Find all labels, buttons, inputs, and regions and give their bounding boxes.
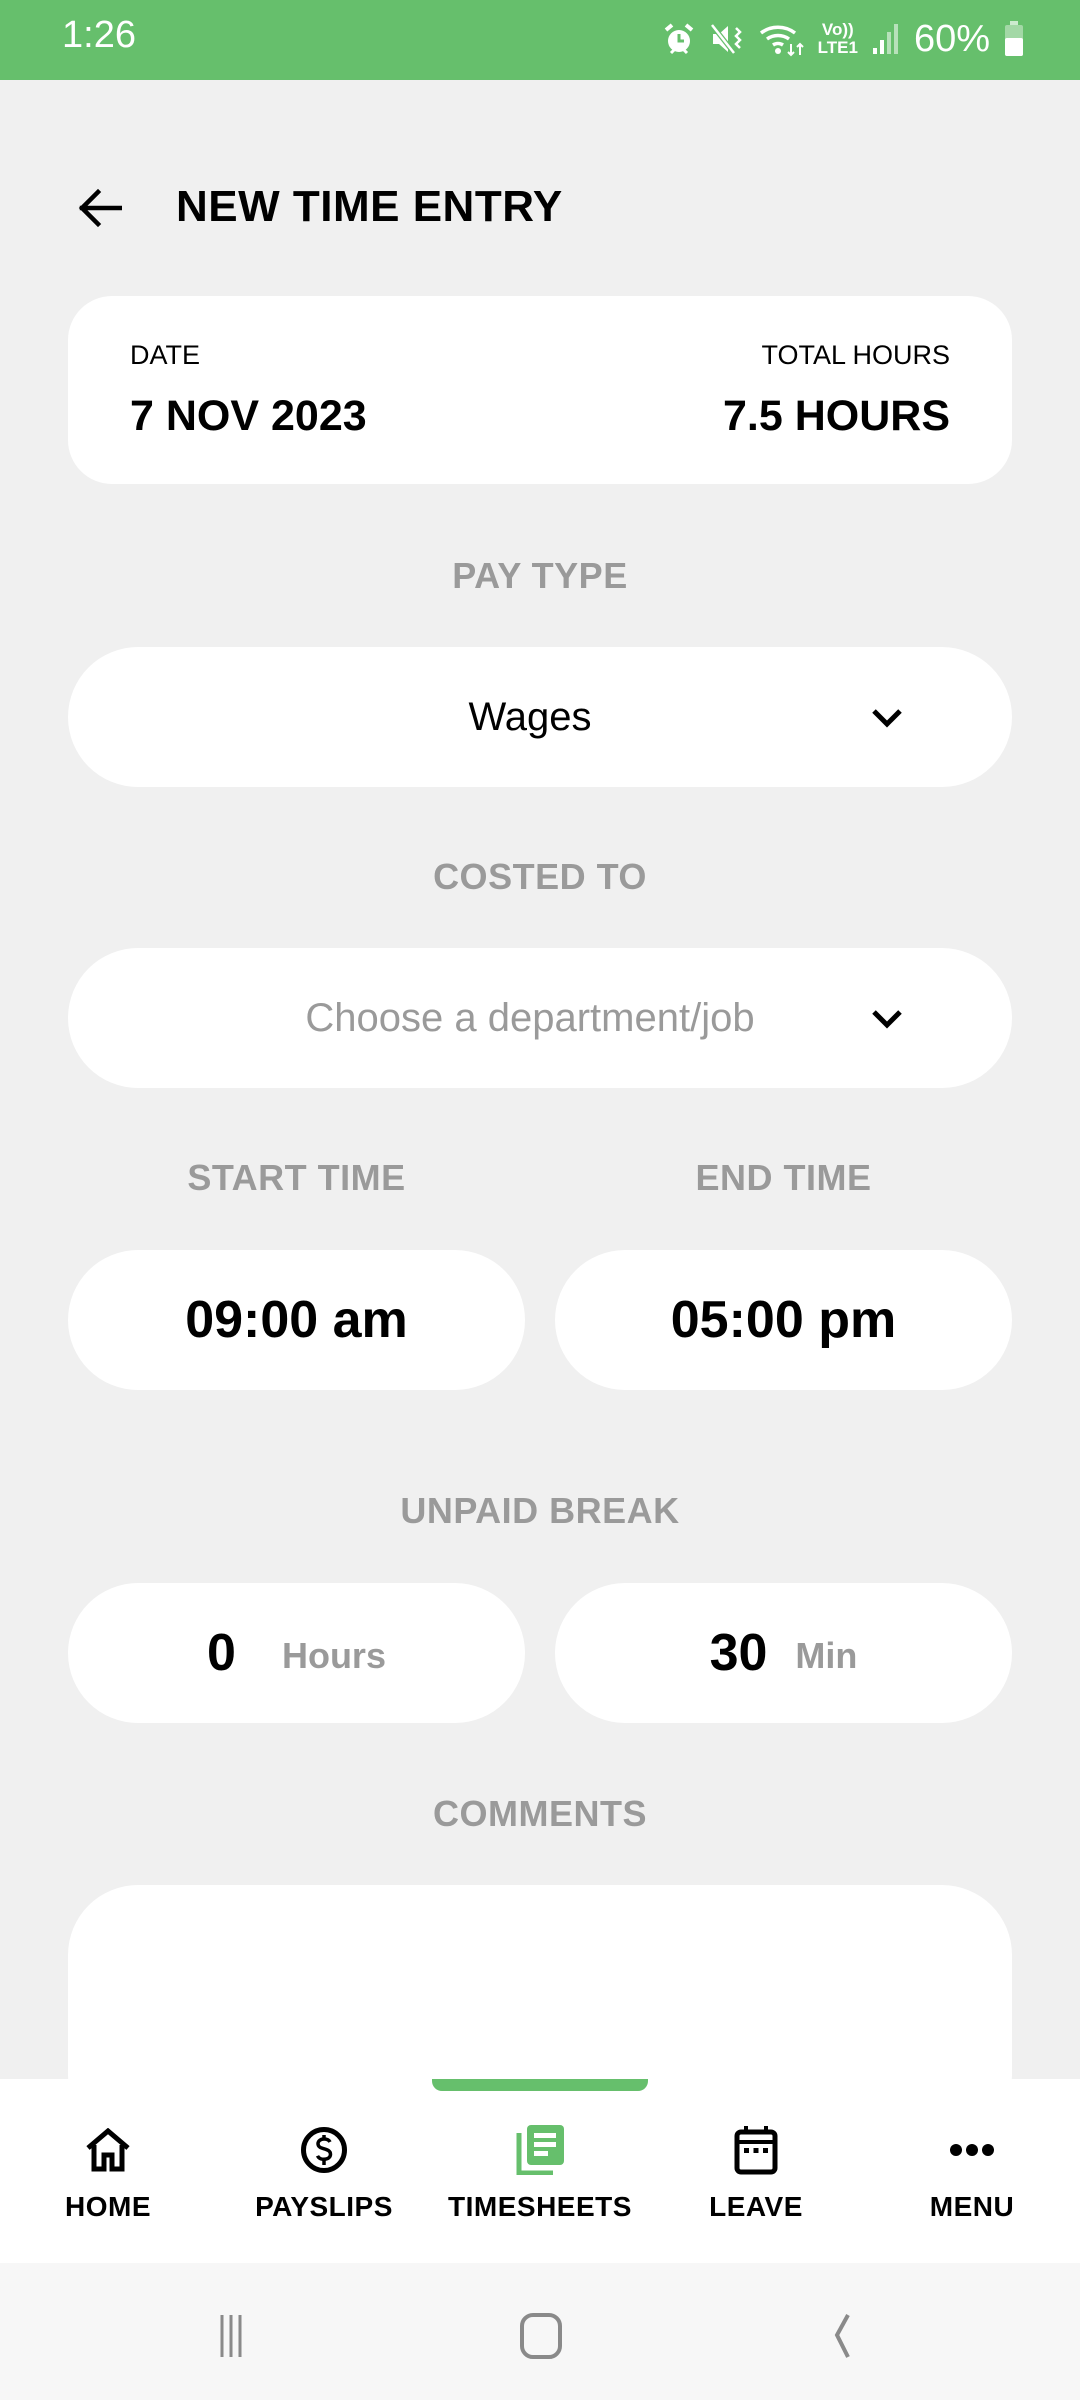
dollar-circle-icon	[300, 2123, 348, 2177]
date-value[interactable]: 7 NOV 2023	[130, 392, 367, 441]
nav-item-timesheets[interactable]: TIMESHEETS	[432, 2123, 648, 2233]
page-title: NEW TIME ENTRY	[176, 182, 563, 231]
break-minutes-unit: Min	[795, 1635, 858, 1676]
signal-icon	[872, 22, 900, 56]
total-hours-value: 7.5 HOURS	[722, 392, 950, 440]
pay-type-dropdown[interactable]: Wages	[68, 647, 1012, 787]
wifi-icon	[758, 21, 804, 57]
status-bar: 1:26 Vo)) LTE1 60%	[0, 0, 1080, 80]
battery-icon	[1004, 21, 1024, 57]
system-navigation-bar	[0, 2263, 1080, 2400]
alarm-icon	[662, 22, 696, 56]
recent-apps-button[interactable]	[200, 2303, 280, 2363]
summary-card: DATE 7 NOV 2023 TOTAL HOURS 7.5 HOURS	[68, 296, 1012, 484]
break-hours-unit: Hours	[281, 1635, 386, 1676]
nav-item-menu[interactable]: MENU	[864, 2123, 1080, 2233]
nav-item-payslips[interactable]: PAYSLIPS	[216, 2123, 432, 2233]
more-dots-icon	[949, 2123, 995, 2177]
pay-type-label: PAY TYPE	[452, 555, 628, 596]
break-minutes-input[interactable]: 30 Min	[555, 1583, 1012, 1723]
header: NEW TIME ENTRY	[0, 160, 1080, 256]
back-chevron-icon	[834, 2314, 850, 2358]
break-hours-value: 0	[207, 1624, 236, 1682]
end-time-picker[interactable]: 05:00 pm	[555, 1250, 1012, 1390]
costed-to-label: COSTED TO	[433, 856, 647, 897]
start-time-label: START TIME	[187, 1157, 406, 1198]
comments-label: COMMENTS	[433, 1793, 647, 1834]
system-home-button[interactable]	[502, 2303, 582, 2363]
date-label: DATE	[130, 340, 201, 370]
volte-lte-icon: Vo)) LTE1	[817, 20, 858, 57]
calendar-icon	[734, 2123, 778, 2177]
costed-to-dropdown[interactable]: Choose a department/job	[68, 948, 1012, 1088]
back-button[interactable]	[68, 180, 132, 236]
chevron-down-icon	[872, 709, 902, 728]
mute-vibrate-icon	[709, 22, 744, 56]
break-hours-input[interactable]: 0 Hours	[68, 1583, 525, 1723]
status-icons: Vo)) LTE1 60%	[662, 14, 1024, 64]
nav-item-leave[interactable]: LEAVE	[648, 2123, 864, 2233]
end-time-label: END TIME	[695, 1157, 872, 1198]
nav-item-home[interactable]: HOME	[0, 2123, 216, 2233]
recent-apps-icon	[220, 2315, 242, 2357]
active-tab-indicator	[432, 2079, 648, 2091]
total-hours-label: TOTAL HOURS	[761, 340, 950, 370]
unpaid-break-label: UNPAID BREAK	[400, 1490, 680, 1531]
start-time-picker[interactable]: 09:00 am	[68, 1250, 525, 1390]
battery-percent: 60%	[913, 17, 990, 60]
arrow-left-icon	[78, 188, 122, 228]
chevron-down-icon	[872, 1010, 902, 1029]
timesheets-icon	[516, 2123, 564, 2177]
status-time: 1:26	[62, 14, 136, 56]
home-icon	[85, 2123, 131, 2177]
break-minutes-value: 30	[709, 1624, 768, 1682]
bottom-navigation: HOME PAYSLIPS TIMESHEETS LEAVE MENU	[0, 2079, 1080, 2263]
system-back-button[interactable]	[800, 2303, 880, 2363]
end-time-value: 05:00 pm	[670, 1291, 897, 1349]
home-outline-icon	[520, 2313, 562, 2359]
start-time-value: 09:00 am	[185, 1291, 408, 1349]
